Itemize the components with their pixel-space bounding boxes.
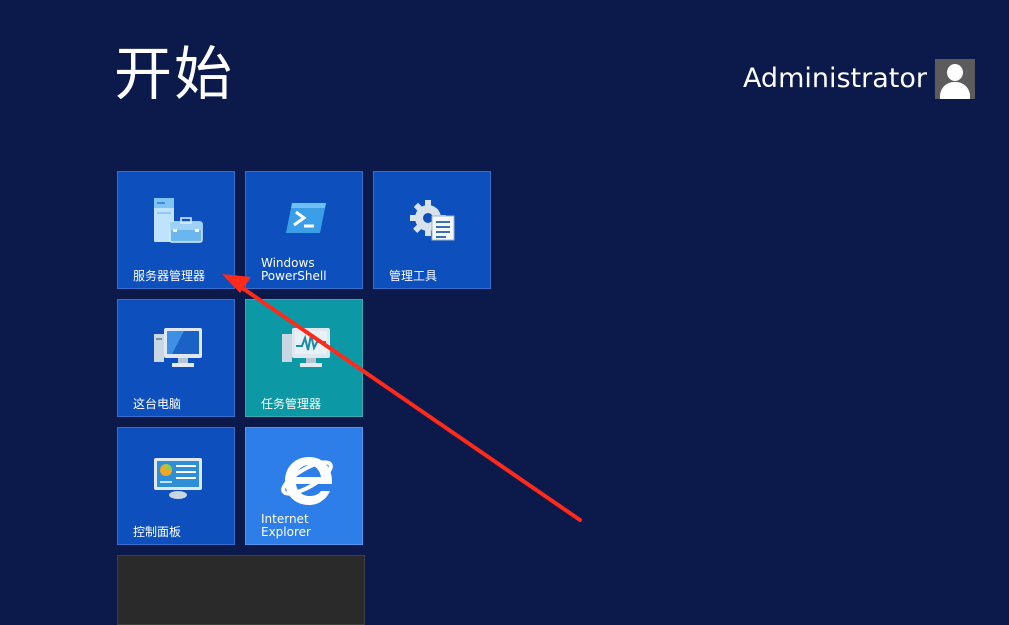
tile-label: 控制面板 bbox=[133, 525, 182, 539]
tile-desktop[interactable] bbox=[117, 555, 365, 625]
tile-label: Windows PowerShell bbox=[261, 256, 327, 283]
tile-label: Internet Explorer bbox=[261, 512, 311, 539]
tile-this-pc[interactable]: 这台电脑 bbox=[117, 299, 235, 417]
tile-label: 任务管理器 bbox=[261, 397, 322, 411]
start-title: 开始 bbox=[114, 40, 235, 108]
control-panel-icon bbox=[154, 458, 202, 499]
user-name: Administrator bbox=[742, 63, 927, 94]
powershell-icon bbox=[286, 203, 326, 233]
admin-tools-icon bbox=[410, 200, 455, 241]
user-account[interactable]: Administrator bbox=[743, 59, 975, 99]
tile-label: 服务器管理器 bbox=[133, 269, 206, 283]
task-manager-icon bbox=[282, 328, 330, 367]
tile-server-manager[interactable]: 服务器管理器 bbox=[117, 171, 235, 289]
tile-admin-tools[interactable]: 管理工具 bbox=[373, 171, 491, 289]
tile-internet-explorer[interactable]: Internet Explorer bbox=[245, 427, 363, 545]
tile-powershell[interactable]: Windows PowerShell bbox=[245, 171, 363, 289]
tile-label: 这台电脑 bbox=[133, 397, 182, 411]
ie-icon bbox=[281, 457, 333, 505]
tile-task-manager[interactable]: 任务管理器 bbox=[245, 299, 363, 417]
user-icon[interactable] bbox=[935, 59, 975, 99]
tile-control-panel[interactable]: 控制面板 bbox=[117, 427, 235, 545]
computer-icon bbox=[154, 328, 202, 367]
tile-label: 管理工具 bbox=[389, 269, 438, 283]
server-manager-icon bbox=[154, 198, 203, 243]
